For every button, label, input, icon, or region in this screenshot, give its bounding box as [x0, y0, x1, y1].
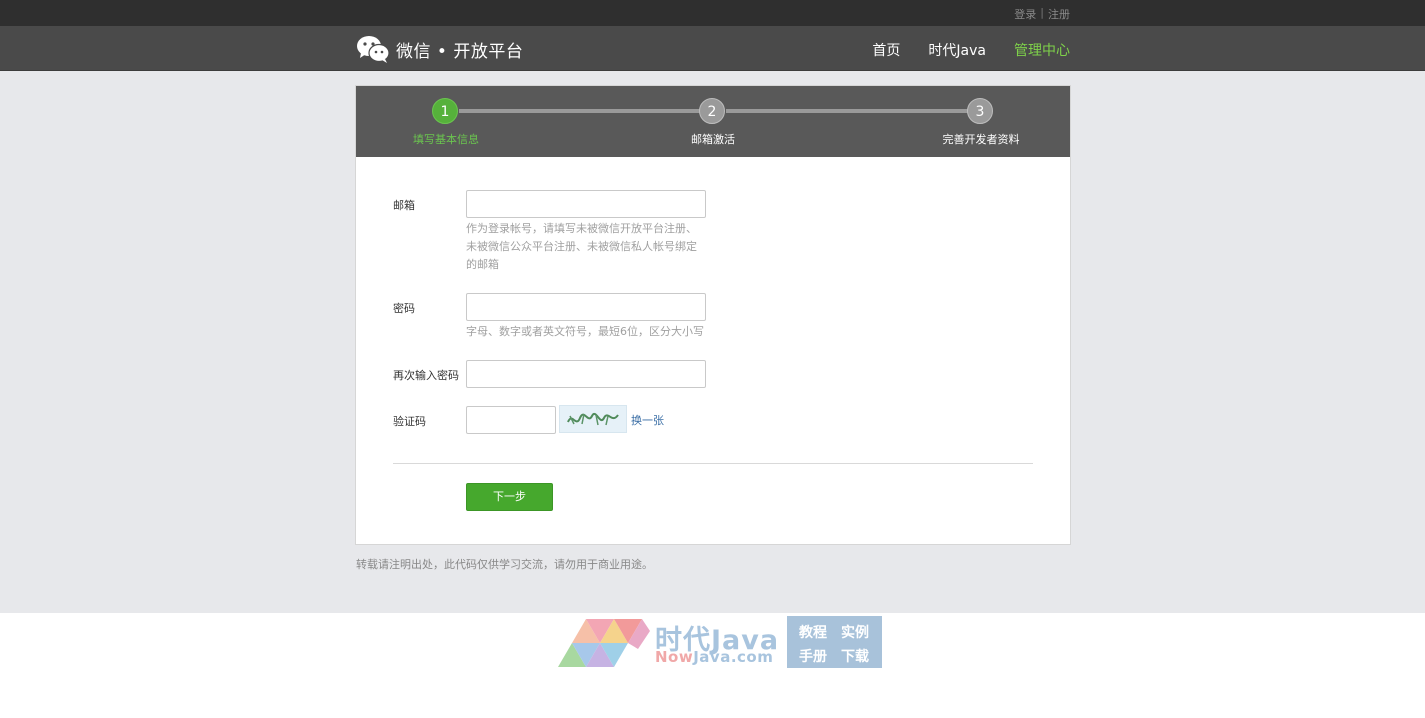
footer-note: 转载请注明出处，此代码仅供学习交流，请勿用于商业用途。 — [356, 558, 653, 571]
next-step-button[interactable]: 下一步 — [466, 483, 553, 511]
triangle-logo-icon — [558, 619, 650, 667]
brand-title: 微信 • 开放平台 — [396, 41, 524, 62]
watermark-url-rest: Java.com — [693, 648, 774, 666]
email-label: 邮箱 — [393, 199, 415, 212]
wechat-logo-icon — [356, 34, 390, 64]
registration-card: 1 2 3 填写基本信息 邮箱激活 完善开发者资料 邮箱 作为登录帐号，请填写未… — [355, 85, 1071, 545]
step-2-circle: 2 — [699, 98, 725, 124]
captcha-refresh-link[interactable]: 换一张 — [631, 412, 664, 428]
watermark-url-prefix: Now — [655, 648, 694, 666]
captcha-input[interactable] — [466, 406, 556, 434]
watermark-item-manual: 手册 — [799, 649, 827, 665]
confirm-password-label: 再次输入密码 — [393, 369, 459, 382]
step-2-label: 邮箱激活 — [691, 133, 735, 146]
nowjava-watermark: 时代Java NowJava.com 教程 实例 手册 下载 — [558, 616, 888, 670]
top-bar: 登录 | 注册 — [0, 0, 1425, 26]
password-hint: 字母、数字或者英文符号，最短6位，区分大小写 — [466, 325, 704, 338]
step-connector — [459, 109, 713, 113]
confirm-password-input[interactable] — [466, 360, 706, 388]
step-3-circle: 3 — [967, 98, 993, 124]
email-input[interactable] — [466, 190, 706, 218]
account-links: 登录 | 注册 — [1014, 6, 1070, 22]
nav-home[interactable]: 首页 — [872, 40, 900, 60]
password-input[interactable] — [466, 293, 706, 321]
nav-admin-center[interactable]: 管理中心 — [1014, 40, 1070, 60]
captcha-label: 验证码 — [393, 415, 426, 428]
email-hint: 作为登录帐号，请填写未被微信开放平台注册、未被微信公众平台注册、未被微信私人帐号… — [466, 222, 697, 271]
step-1-label: 填写基本信息 — [413, 133, 479, 146]
step-1-circle: 1 — [432, 98, 458, 124]
link-separator: | — [1040, 6, 1044, 19]
step-connector — [726, 109, 980, 113]
register-link[interactable]: 注册 — [1048, 6, 1070, 22]
progress-steps: 1 2 3 填写基本信息 邮箱激活 完善开发者资料 — [356, 86, 1070, 157]
password-label: 密码 — [393, 302, 415, 315]
main-nav: 首页 时代Java 管理中心 — [872, 40, 1070, 60]
form-divider — [393, 463, 1033, 464]
watermark-item-tutorial: 教程 — [799, 625, 827, 641]
watermark-box: 教程 实例 手册 下载 — [787, 616, 882, 668]
step-3-label: 完善开发者资料 — [942, 133, 1020, 146]
captcha-image[interactable] — [559, 405, 627, 433]
login-link[interactable]: 登录 — [1014, 6, 1036, 22]
nav-nowjava[interactable]: 时代Java — [928, 40, 986, 60]
watermark-url: NowJava.com — [655, 648, 773, 666]
watermark-item-example: 实例 — [841, 625, 869, 641]
site-header: 微信 • 开放平台 首页 时代Java 管理中心 — [0, 26, 1425, 71]
watermark-item-download: 下载 — [841, 649, 869, 665]
brand[interactable]: 微信 • 开放平台 — [356, 34, 523, 64]
